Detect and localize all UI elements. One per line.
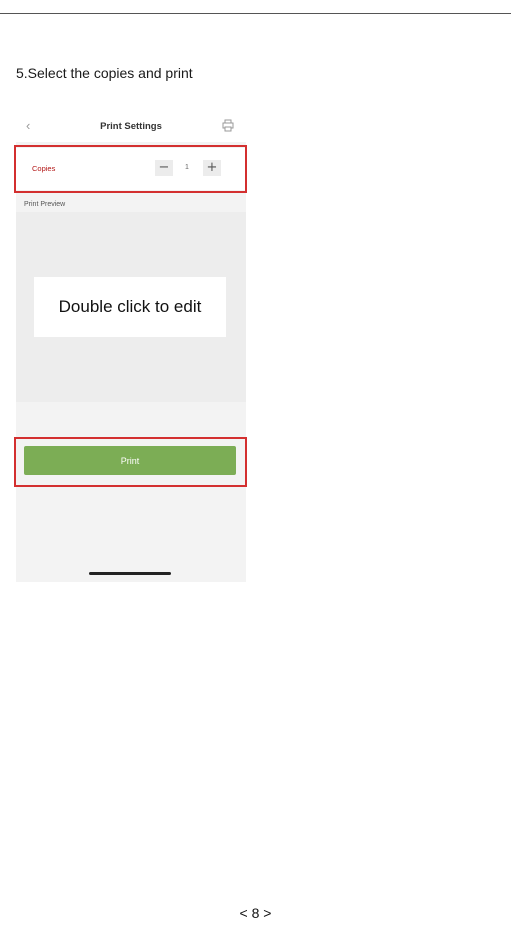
print-preview-area: Double click to edit bbox=[16, 212, 246, 402]
label-preview-text: Double click to edit bbox=[58, 297, 202, 316]
step-title: 5.Select the copies and print bbox=[16, 65, 193, 81]
print-preview-label: Print Preview bbox=[24, 201, 66, 208]
print-highlight-box bbox=[14, 437, 247, 487]
label-preview[interactable]: Double click to edit bbox=[34, 277, 226, 337]
printer-icon[interactable] bbox=[222, 119, 234, 132]
app-header: ‹ Print Settings bbox=[16, 112, 246, 142]
page-number: < 8 > bbox=[239, 905, 272, 921]
page-title: Print Settings bbox=[100, 121, 162, 132]
top-divider bbox=[0, 13, 511, 14]
home-indicator bbox=[89, 572, 171, 575]
copies-highlight-box bbox=[14, 145, 247, 193]
